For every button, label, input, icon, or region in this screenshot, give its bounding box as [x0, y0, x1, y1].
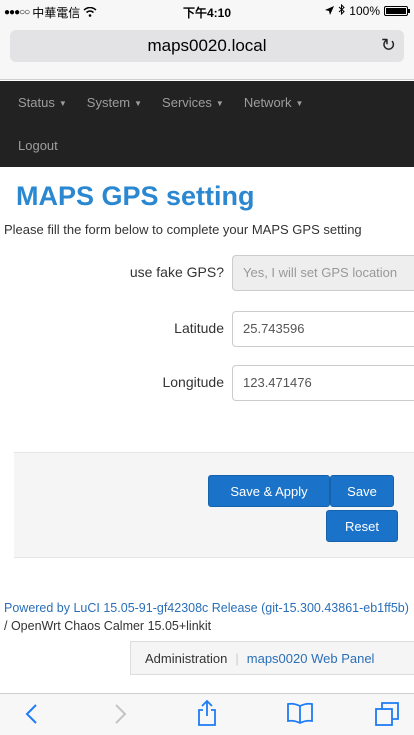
breadcrumb: Administration | maps0020 Web Panel — [130, 641, 414, 675]
caret-down-icon: ▼ — [295, 99, 304, 109]
back-icon[interactable] — [24, 703, 38, 730]
address-text: maps0020.local — [147, 36, 267, 55]
luci-link[interactable]: Powered by LuCI 15.05-91-gf42308c Releas… — [4, 601, 409, 615]
battery-icon — [384, 6, 410, 16]
crumb-web-panel[interactable]: maps0020 Web Panel — [247, 651, 375, 666]
latitude-input[interactable]: 25.743596 — [232, 311, 414, 347]
browser-toolbar — [0, 693, 414, 735]
page-description: Please fill the form below to complete y… — [4, 222, 362, 237]
status-bar: ●●●○○ 中華電信 下午4:10 100% — [0, 0, 414, 22]
forward-icon[interactable] — [114, 703, 128, 730]
nav-item-network[interactable]: Network ▼ — [244, 95, 304, 110]
reload-icon[interactable]: ↻ — [381, 35, 396, 56]
form-actions: Save & Apply Save Reset — [14, 452, 414, 558]
footer-suffix: / OpenWrt Chaos Calmer 15.05+linkit — [4, 619, 212, 633]
address-bar[interactable]: maps0020.local ↻ — [10, 30, 404, 62]
reset-button[interactable]: Reset — [326, 510, 398, 542]
latitude-label: Latitude — [174, 320, 224, 336]
browser-chrome: maps0020.local ↻ — [0, 22, 414, 80]
status-right: 100% — [325, 3, 410, 18]
fake-gps-label: use fake GPS? — [129, 264, 224, 280]
caret-down-icon: ▼ — [134, 99, 143, 109]
nav-menu: Status ▼ System ▼ Services ▼ Network ▼ — [18, 95, 303, 110]
tabs-icon[interactable] — [374, 701, 400, 732]
nav-item-status[interactable]: Status ▼ — [18, 95, 67, 110]
crumb-separator: | — [235, 650, 239, 666]
share-icon[interactable] — [196, 699, 218, 732]
nav-item-services[interactable]: Services ▼ — [162, 95, 224, 110]
battery-percent: 100% — [349, 4, 380, 18]
longitude-label: Longitude — [162, 374, 224, 390]
navbar: Status ▼ System ▼ Services ▼ Network ▼ Logou… — [0, 81, 414, 167]
bluetooth-icon — [338, 3, 346, 18]
save-apply-button[interactable]: Save & Apply — [208, 475, 330, 507]
nav-item-system[interactable]: System ▼ — [87, 95, 142, 110]
fake-gps-select[interactable]: Yes, I will set GPS location — [232, 255, 414, 291]
caret-down-icon: ▼ — [58, 99, 67, 109]
crumb-administration[interactable]: Administration — [145, 651, 227, 666]
bookmarks-icon[interactable] — [286, 702, 314, 729]
page-title: MAPS GPS setting — [16, 181, 255, 211]
footer-text: Powered by LuCI 15.05-91-gf42308c Releas… — [4, 599, 414, 635]
longitude-input[interactable]: 123.471476 — [232, 365, 414, 401]
save-button[interactable]: Save — [330, 475, 394, 507]
nav-secondary: Logout — [18, 138, 58, 153]
caret-down-icon: ▼ — [215, 99, 224, 109]
logout-link[interactable]: Logout — [18, 138, 58, 153]
location-arrow-icon — [325, 4, 335, 18]
